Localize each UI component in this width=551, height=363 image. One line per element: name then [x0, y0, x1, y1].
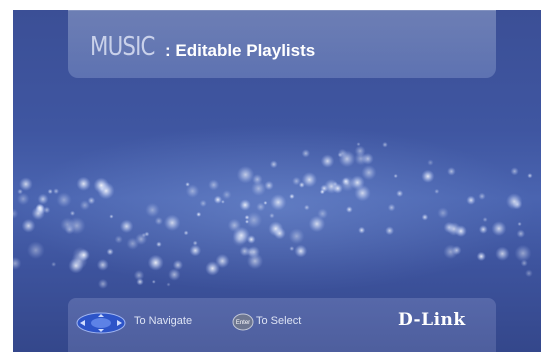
header-panel: MUSIC : Editable Playlists — [68, 10, 496, 78]
page-title: : Editable Playlists — [165, 41, 316, 60]
dpad-icon — [76, 312, 126, 334]
dlink-logo: D-Link — [398, 310, 466, 330]
enter-button-icon: Enter — [232, 313, 254, 331]
enter-button-label: Enter — [236, 320, 250, 326]
select-hint: To Select — [256, 315, 302, 327]
footer-panel: To Navigate Enter To Select D-Link — [68, 298, 496, 352]
sparkle-background — [13, 141, 533, 289]
section-title: MUSIC — [90, 32, 155, 62]
navigate-hint: To Navigate — [134, 315, 193, 327]
tv-screen: MUSIC : Editable Playlists To Navigate E… — [13, 10, 541, 352]
